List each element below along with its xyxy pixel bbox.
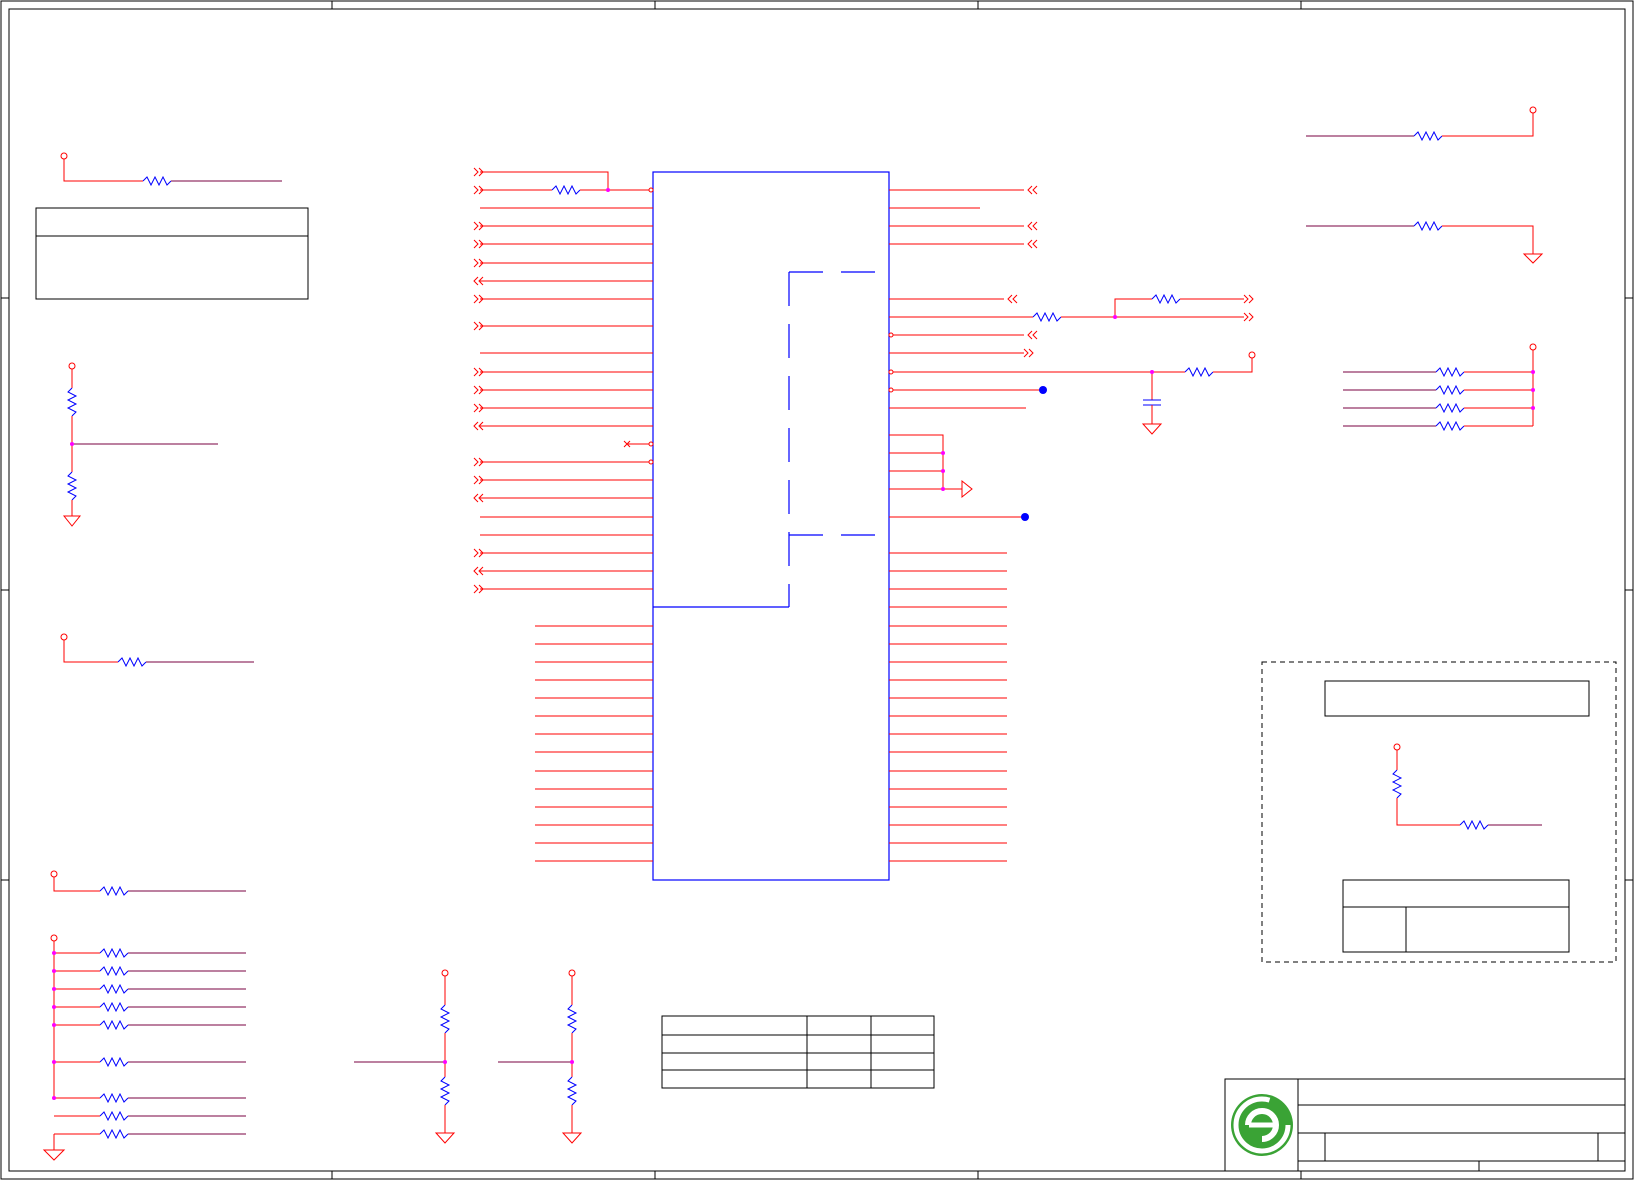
resistor-icon [1459, 819, 1489, 831]
resistor-icon [99, 1092, 129, 1104]
resistor-icon [1391, 769, 1403, 799]
resistor-bank-left [42, 934, 246, 1161]
resistor-icon [99, 965, 129, 977]
resistor-icon [1184, 366, 1214, 378]
resistor-icon [1435, 402, 1465, 414]
pullup-net-left-bottom [50, 870, 246, 897]
voltage-divider-bottom-1 [354, 969, 456, 1144]
ground-icon [1141, 423, 1163, 435]
power-pin-icon [441, 969, 449, 977]
resistor-icon [99, 1110, 129, 1122]
power-pin-icon [68, 362, 76, 370]
resistor-icon [99, 1001, 129, 1013]
resistor-icon [1435, 384, 1465, 396]
power-pin-icon [60, 633, 68, 641]
power-pin-icon [50, 870, 58, 878]
resistor-bank-right [1343, 343, 1537, 432]
resistor-icon [439, 1076, 451, 1106]
port-arrow-icon [1027, 239, 1038, 249]
pullup-net-left-mid [60, 633, 254, 668]
resistor-icon [566, 1076, 578, 1106]
resistor-icon [551, 184, 581, 196]
sheet-border [0, 0, 1634, 1180]
resistor-icon [439, 1004, 451, 1034]
port-arrow-icon [1007, 294, 1018, 304]
resistor-icon [1151, 293, 1181, 305]
power-pin-icon [1248, 351, 1256, 359]
title-block [1224, 1078, 1626, 1172]
resistor-icon [142, 175, 172, 187]
ic-left-bus-pins [535, 625, 653, 862]
power-pin-icon [1529, 343, 1537, 351]
ground-icon [561, 1132, 583, 1144]
port-arrow-icon [1027, 221, 1038, 231]
resistor-icon [99, 1128, 129, 1140]
main-ic [652, 171, 890, 881]
power-pin-icon [1529, 106, 1537, 114]
resistor-icon [99, 885, 129, 897]
pulldown-net-top-right [1306, 220, 1544, 264]
option-block-right [1261, 661, 1617, 963]
power-pin-icon [50, 934, 58, 942]
resistor-icon [99, 947, 129, 959]
power-pin-icon [568, 969, 576, 977]
voltage-divider-left [62, 362, 218, 527]
port-arrow-icon [1027, 185, 1038, 195]
ic-right-bus-pins [889, 552, 1007, 862]
power-pin-icon [60, 152, 68, 160]
resistor-icon [99, 983, 129, 995]
resistor-icon [1435, 420, 1465, 432]
ground-icon [961, 479, 973, 499]
note-box-top-left [35, 207, 309, 300]
port-arrow-icon [1027, 330, 1038, 340]
resistor-icon [1413, 130, 1443, 142]
power-pin-icon [1393, 743, 1401, 751]
schematic-sheet [0, 0, 1634, 1180]
resistor-icon [99, 1019, 129, 1031]
port-arrow-icon [1243, 294, 1254, 304]
resistor-icon [1032, 311, 1062, 323]
resistor-icon [1435, 366, 1465, 378]
resistor-icon [1413, 220, 1443, 232]
port-arrow-icon [1243, 312, 1254, 322]
ground-icon [434, 1132, 456, 1144]
pullup-net-top-right [1306, 106, 1537, 142]
company-logo-icon [1231, 1094, 1293, 1156]
pullup-net-top-left [60, 152, 282, 187]
resistor-icon [66, 387, 78, 417]
ground-icon [42, 1149, 66, 1161]
ic-right-pins [888, 185, 1256, 521]
ground-icon [62, 515, 82, 527]
ground-icon [1522, 253, 1544, 264]
resistor-icon [566, 1004, 578, 1034]
resistor-icon [99, 1056, 129, 1068]
config-table [661, 1015, 935, 1089]
ic-left-pins [473, 167, 654, 594]
capacitor-icon [1143, 399, 1161, 406]
resistor-icon [66, 471, 78, 501]
resistor-icon [117, 656, 147, 668]
port-arrow-icon [1023, 348, 1034, 358]
voltage-divider-bottom-2 [498, 969, 583, 1144]
